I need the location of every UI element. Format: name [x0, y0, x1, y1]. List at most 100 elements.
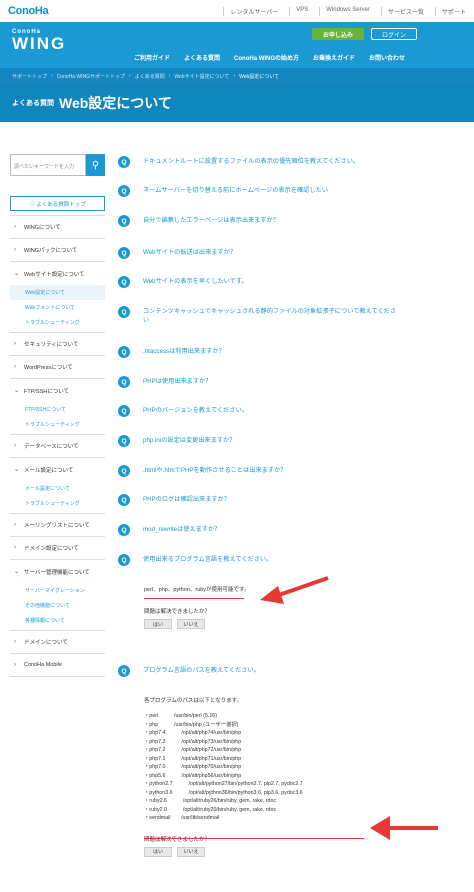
answer-intro: 各プログラムのパスは以下となります。	[144, 698, 243, 704]
sidebar-group: ⌄ サーバー管理機能について サーバーマイグレーション その他機能について 各種情…	[10, 560, 105, 631]
search-button[interactable]: ⚲	[86, 154, 105, 176]
yes-button[interactable]: はい	[144, 619, 172, 629]
question-icon: Q	[118, 346, 130, 358]
info-icon: ⓘ	[29, 201, 37, 208]
faq-question[interactable]: Q .htmlや.htmでPHPを動作させることは出来ますか？	[118, 465, 398, 477]
faq-question[interactable]: Q 自分で編集したエラーページは表示出来ますか？	[118, 215, 398, 227]
sidebar-group: ⌄ Webサイト設定について Web設定について Webフォントについて トラブル…	[10, 262, 105, 333]
search-input[interactable]: 調べたいキーワードを入力	[10, 154, 86, 176]
sidebar-item[interactable]: › WINGについて	[10, 216, 105, 239]
question-icon: Q	[118, 376, 130, 388]
topnav-support[interactable]: サポート	[434, 6, 466, 16]
faq-question[interactable]: Qphp.iniの設定は変更出来ますか？	[118, 435, 398, 447]
faq-question[interactable]: Qmod_rewriteは使えますか？	[118, 524, 398, 536]
sidebar-subitem-active[interactable]: Web設定について	[10, 285, 105, 300]
faq-top-label: よくある質問トップ	[36, 201, 86, 208]
topnav-windows-server[interactable]: Windows Server	[319, 6, 370, 16]
sidebar-subitem[interactable]: サーバーマイグレーション	[10, 583, 105, 598]
answer-paths: 各プログラムのパスは以下となります。 ・perl /usr/bin/perl (…	[144, 696, 303, 857]
breadcrumb-item[interactable]: サポートトップ	[12, 73, 47, 80]
question-icon: Q	[118, 185, 130, 197]
sidebar-item[interactable]: › ドメインについて	[10, 631, 105, 654]
sidebar-item[interactable]: › WINGパックについて	[10, 239, 105, 262]
topnav-services[interactable]: サービス一覧	[380, 6, 424, 16]
sidebar-item[interactable]: › セキュリティについて	[10, 333, 105, 356]
top-bar: ConoHa レンタルサーバー VPS Windows Server サービス一…	[0, 0, 474, 22]
conoha-logo[interactable]: ConoHa	[8, 5, 49, 17]
wing-logo[interactable]: ConoHa WING	[12, 29, 66, 52]
question-icon: Q	[118, 494, 130, 506]
no-button[interactable]: いいえ	[177, 846, 205, 857]
sidebar-subitem[interactable]: トラブルシューティング	[10, 417, 105, 432]
sidebar-nav: › WINGについて › WINGパックについて ⌄ Webサイト設定について Web…	[10, 215, 105, 677]
path-item: ・php7.4 /opt/alt/php74/usr/bin/php	[144, 730, 242, 736]
faq-top-button[interactable]: ⓘ よくある質問トップ	[10, 196, 105, 211]
chevron-right-icon: ›	[14, 247, 16, 253]
sidebar-subitem[interactable]: トラブルシューティング	[10, 315, 105, 330]
sidebar-item[interactable]: ⌄ Webサイト設定について	[10, 262, 105, 285]
path-item: ・python3.6 /opt/alt/python36/bin/python3…	[144, 789, 303, 796]
sidebar-subitem[interactable]: メール設定について	[10, 481, 105, 496]
breadcrumb-item[interactable]: ConoHa WINGサポートトップ	[57, 73, 125, 80]
faq-question-open[interactable]: Q 使用出来るプログラム言語を教えてください。	[118, 554, 398, 566]
apply-button[interactable]: お申し込み	[312, 28, 364, 40]
sidebar-subitem[interactable]: Webフォントについて	[10, 300, 105, 315]
nav-contact[interactable]: お問い合わせ	[369, 53, 405, 62]
sidebar-subitem[interactable]: トラブルシューティング	[10, 496, 105, 511]
topnav-vps[interactable]: VPS	[289, 6, 308, 16]
sidebar-subitem[interactable]: FTP/SSHについて	[10, 402, 105, 417]
sidebar-group: ⌄ メール設定について メール設定について トラブルシューティング	[10, 458, 105, 514]
chevron-right-icon: ›	[14, 364, 16, 370]
breadcrumb-item[interactable]: よくある質問	[135, 73, 165, 80]
nav-guide[interactable]: ご利用ガイド	[134, 53, 170, 62]
sidebar-item[interactable]: › ConoHa Mobile	[10, 654, 105, 677]
question-icon: Q	[118, 465, 130, 477]
topnav-rental-server[interactable]: レンタルサーバー	[223, 6, 278, 16]
chevron-right-icon: ›	[14, 545, 16, 551]
resolved-question: 問題は解決できましたか？	[144, 609, 211, 615]
faq-question[interactable]: Q Webサイトの表示を早くしたいです。	[118, 276, 398, 288]
sidebar-item[interactable]: › ドメイン設定について	[10, 537, 105, 560]
sidebar-item[interactable]: ⌄ メール設定について	[10, 458, 105, 481]
question-icon: Q	[118, 435, 130, 447]
nav-migration-guide[interactable]: お乗換えガイド	[313, 53, 355, 62]
sidebar-item[interactable]: › データベースについて	[10, 435, 105, 458]
nav-faq[interactable]: よくある質問	[184, 53, 220, 62]
sidebar-subitem[interactable]: 各種情報について	[10, 613, 105, 628]
sidebar-subitem[interactable]: その他機能について	[10, 598, 105, 613]
sidebar-item[interactable]: ⌄ サーバー管理機能について	[10, 560, 105, 583]
question-icon: Q	[118, 215, 130, 227]
chevron-right-icon: ›	[14, 224, 16, 230]
question-icon: Q	[118, 554, 130, 566]
faq-question[interactable]: Q PHPのログは確認出来ますか？	[118, 494, 398, 506]
nav-getting-started[interactable]: ConoHa WINGの始め方	[234, 53, 299, 62]
page-subtitle: よくある質問	[12, 100, 54, 107]
no-button[interactable]: いいえ	[177, 619, 205, 629]
breadcrumb: サポートトップ › ConoHa WINGサポートトップ › よくある質問 › Web…	[0, 68, 474, 84]
faq-question[interactable]: Q ドキュメントルートに設置するファイルの表示の優先順位を教えてください。	[118, 156, 398, 168]
faq-question[interactable]: Q PHPのバージョンを教えてください。	[118, 405, 398, 417]
chevron-down-icon: ⌄	[14, 388, 20, 394]
annotation-underline	[144, 838, 364, 839]
sidebar-item[interactable]: › WordPressについて	[10, 356, 105, 379]
question-icon: Q	[118, 405, 130, 417]
sidebar-item[interactable]: › メーリングリストについて	[10, 514, 105, 537]
chevron-down-icon: ⌄	[14, 467, 20, 473]
sidebar-item[interactable]: ⌄ FTP/SSHについて	[10, 379, 105, 402]
question-icon: Q	[118, 156, 130, 168]
path-list: ・perl /usr/bin/perl (5.16) ・php /usr/bin…	[144, 712, 303, 823]
annotation-arrow	[370, 816, 438, 840]
faq-question[interactable]: Q .htaccessは利用出来ますか？	[118, 346, 398, 358]
path-item: ・perl /usr/bin/perl (5.16)	[144, 713, 218, 719]
faq-question[interactable]: Q コンテンツキャッシュでキャッシュされる静的ファイルの対象拡張子について教えてく…	[118, 306, 398, 325]
breadcrumb-item[interactable]: Webサイト設定について	[174, 73, 229, 80]
question-icon: Q	[118, 524, 130, 536]
faq-question[interactable]: Q PHPは使用出来ますか？	[118, 376, 398, 388]
annotation-arrow	[260, 576, 329, 604]
faq-question-open[interactable]: Q プログラム言語のパスを教えてください。	[118, 665, 398, 677]
search-icon: ⚲	[91, 159, 100, 171]
faq-question[interactable]: Q ネームサーバーを切り替える前にホームページの表示を確認したい	[118, 185, 398, 197]
yes-button[interactable]: はい	[144, 846, 172, 857]
login-button[interactable]: ログイン	[371, 28, 417, 40]
faq-question[interactable]: Q Webサイトの転送は出来ますか？	[118, 247, 398, 259]
